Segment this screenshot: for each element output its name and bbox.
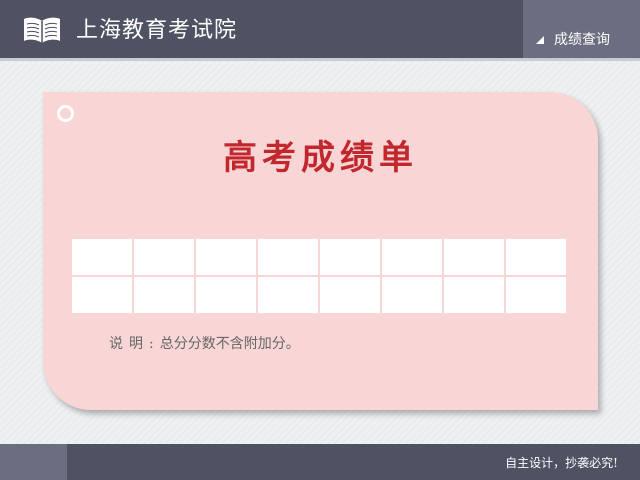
table-cell xyxy=(506,239,566,275)
table-cell xyxy=(258,277,318,313)
note: 说明:总分分数不含附加分。 xyxy=(109,333,300,353)
header-divider xyxy=(0,58,640,61)
card-hole-icon xyxy=(57,105,74,122)
footer-accent-panel xyxy=(0,444,67,480)
table-cell xyxy=(382,277,442,313)
site-title: 上海教育考试院 xyxy=(76,18,238,43)
header-bar: 上海教育考试院 成绩查询 xyxy=(0,0,640,58)
nav-score-query-label: 成绩查询 xyxy=(554,32,610,48)
note-label: 说明: xyxy=(109,336,160,352)
note-text: 总分分数不含附加分。 xyxy=(159,336,300,352)
table-cell xyxy=(320,239,380,275)
triangle-bullet-icon xyxy=(536,36,544,44)
card-title: 高考成绩单 xyxy=(223,138,418,178)
table-cell xyxy=(258,239,318,275)
table-cell xyxy=(72,277,132,313)
table-cell xyxy=(444,239,504,275)
table-cell xyxy=(320,277,380,313)
score-table xyxy=(72,239,568,315)
table-cell xyxy=(134,239,194,275)
footer-bar: 自主设计，抄袭必究! xyxy=(0,444,640,480)
table-cell xyxy=(134,277,194,313)
table-cell xyxy=(72,239,132,275)
table-cell xyxy=(382,239,442,275)
table-cell xyxy=(444,277,504,313)
score-card: 高考成绩单 说明:总分分数不含附加分。 xyxy=(43,92,598,410)
nav-score-query[interactable]: 成绩查询 xyxy=(536,28,610,50)
table-cell xyxy=(196,239,256,275)
table-cell xyxy=(196,277,256,313)
table-cell xyxy=(506,277,566,313)
copyright-notice: 自主设计，抄袭必究! xyxy=(505,456,618,470)
open-book-icon xyxy=(24,17,60,43)
